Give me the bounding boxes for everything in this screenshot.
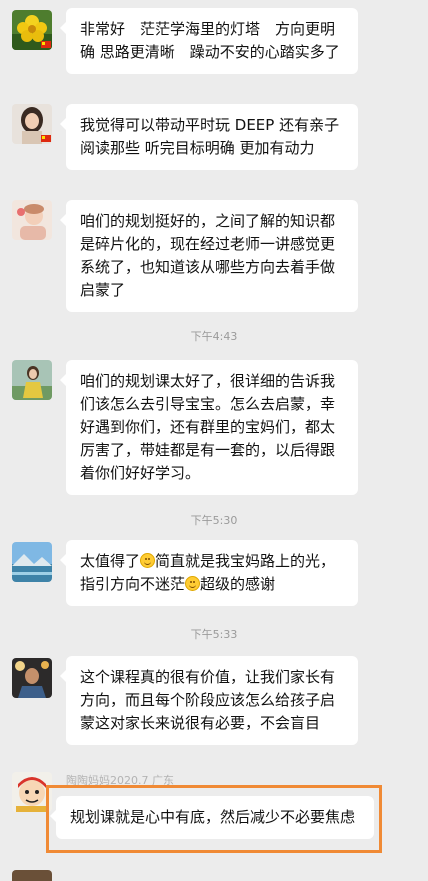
- message-bubble[interactable]: 我觉得可以带动平时玩 DEEP 还有亲子阅读那些 听完目标明确 更加有动力: [60, 104, 358, 170]
- avatar[interactable]: [12, 870, 52, 881]
- message-bubble[interactable]: 这个课程真的很有价值，让我们家长有方向，而且每个阶段应该怎么给孩子启蒙这对家长来…: [60, 656, 358, 745]
- message-text: 太值得了: [80, 552, 141, 570]
- message-text: 非常好 茫茫学海里的灯塔 方向更明确 思路更清晰 躁动不安的心踏实多了: [80, 20, 340, 61]
- timestamp: 下午5:33: [190, 628, 238, 641]
- chat-history: 非常好 茫茫学海里的灯塔 方向更明确 思路更清晰 躁动不安的心踏实多了 我觉得可…: [0, 0, 428, 881]
- message-text: 超级的感谢: [200, 575, 276, 593]
- message-bubble[interactable]: 咱们的规划课太好了，很详细的告诉我们该怎么去引导宝宝。怎么去启蒙，幸好遇到你们，…: [60, 360, 358, 495]
- avatar[interactable]: [12, 104, 52, 144]
- timestamp: 下午4:43: [190, 330, 238, 343]
- highlight-box: [46, 785, 382, 853]
- avatar[interactable]: [12, 200, 52, 240]
- message-text: 咱们的规划挺好的，之间了解的知识都是碎片化的，现在经过老师一讲感觉更系统了，也知…: [80, 212, 336, 299]
- timestamp: 下午5:30: [190, 514, 238, 527]
- figure-avatar-icon: [12, 360, 52, 400]
- woman-avatar-icon: [12, 104, 52, 144]
- message-text: 这个课程真的很有价值，让我们家长有方向，而且每个阶段应该怎么给孩子启蒙这对家长来…: [80, 668, 336, 732]
- baby-avatar-icon: [12, 200, 52, 240]
- message-bubble[interactable]: 太值得了 简直就是我宝妈路上的光，指引方向不迷茫 超级的感谢: [60, 540, 358, 606]
- avatar[interactable]: [12, 658, 52, 698]
- smile-emoji-icon: [185, 576, 201, 591]
- person-avatar-icon: [12, 658, 52, 698]
- avatar[interactable]: [12, 542, 52, 582]
- message-bubble[interactable]: 非常好 茫茫学海里的灯塔 方向更明确 思路更清晰 躁动不安的心踏实多了: [60, 8, 358, 74]
- smile-emoji-icon: [140, 553, 156, 568]
- landscape-avatar-icon: [12, 542, 52, 582]
- flower-avatar-icon: [12, 10, 52, 50]
- message-text: 咱们的规划课太好了，很详细的告诉我们该怎么去引导宝宝。怎么去启蒙，幸好遇到你们，…: [80, 372, 336, 482]
- avatar[interactable]: [12, 10, 52, 50]
- avatar[interactable]: [12, 360, 52, 400]
- message-bubble[interactable]: 咱们的规划挺好的，之间了解的知识都是碎片化的，现在经过老师一讲感觉更系统了，也知…: [60, 200, 358, 312]
- message-text: 我觉得可以带动平时玩 DEEP 还有亲子阅读那些 听完目标明确 更加有动力: [80, 116, 340, 157]
